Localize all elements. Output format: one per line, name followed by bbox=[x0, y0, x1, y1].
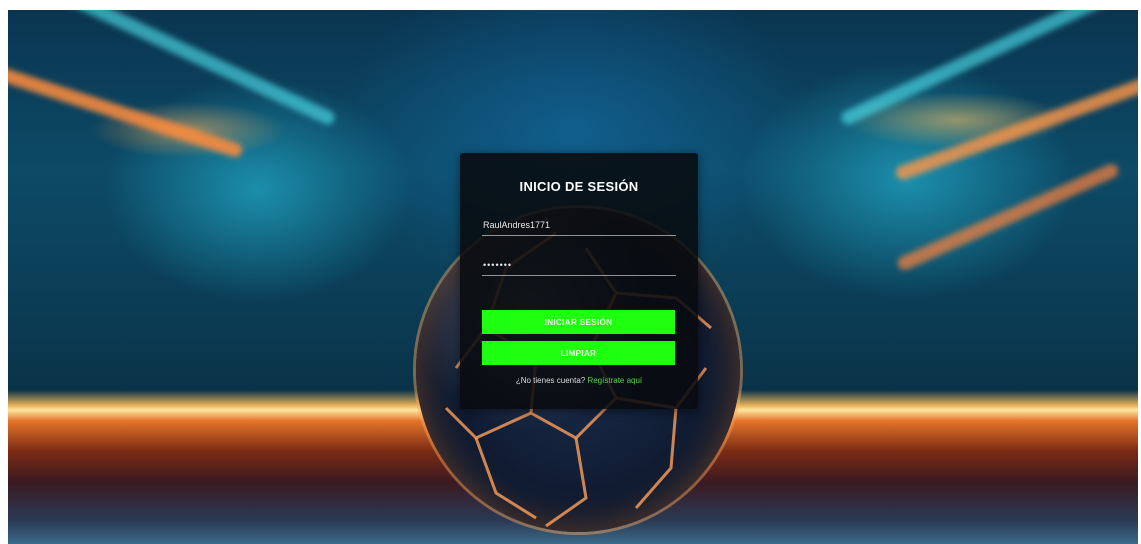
light-beam bbox=[894, 72, 1138, 182]
login-title: INICIO DE SESIÓN bbox=[519, 179, 639, 194]
username-input[interactable] bbox=[482, 215, 676, 236]
no-account-text: ¿No tienes cuenta? bbox=[515, 376, 586, 385]
light-beam bbox=[8, 65, 244, 159]
register-prompt: ¿No tienes cuenta? Regístrate aquí bbox=[460, 376, 698, 385]
login-button[interactable]: INICIAR SESIÓN bbox=[482, 310, 675, 334]
login-card: INICIO DE SESIÓN INICIAR SESIÓN LIMPIAR … bbox=[460, 153, 698, 409]
light-beam bbox=[895, 161, 1121, 273]
clear-button[interactable]: LIMPIAR bbox=[482, 341, 675, 365]
background-scene: INICIO DE SESIÓN INICIAR SESIÓN LIMPIAR … bbox=[8, 10, 1138, 544]
password-input[interactable] bbox=[482, 255, 676, 276]
register-link[interactable]: Regístrate aquí bbox=[587, 376, 642, 385]
